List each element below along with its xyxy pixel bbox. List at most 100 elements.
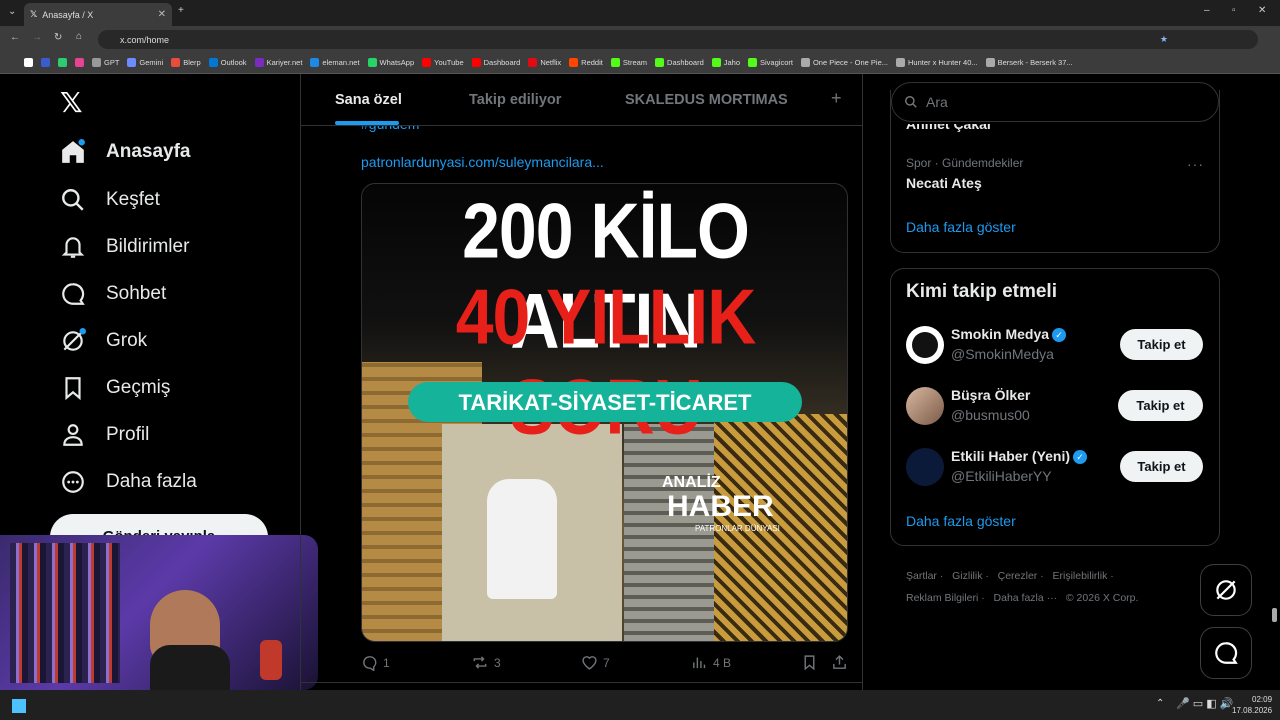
reply-button[interactable]: 1 xyxy=(361,654,390,671)
views-chart-icon xyxy=(693,657,706,669)
search-icon xyxy=(62,189,84,211)
tab-for-you[interactable]: Sana özel xyxy=(335,92,402,108)
close-window-icon[interactable]: ✕ xyxy=(1258,5,1266,16)
views-count: 4 B xyxy=(713,655,732,670)
active-tab-indicator xyxy=(335,121,399,125)
back-icon[interactable]: ← xyxy=(10,32,20,43)
nav-chat[interactable]: Sohbet xyxy=(60,281,166,307)
clock[interactable]: 02:09 17.08.2026 xyxy=(1232,694,1272,716)
like-button[interactable]: 7 xyxy=(581,654,610,671)
bookmark-item[interactable]: Reddit xyxy=(569,58,603,67)
bookmark-item[interactable]: WhatsApp xyxy=(367,58,414,67)
nav-home[interactable]: Anasayfa xyxy=(60,139,191,165)
user-handle: @SmokinMedya xyxy=(951,346,1054,362)
bookmark-item[interactable]: Blerp xyxy=(171,58,201,67)
trends-card: Ahmet Çakar Spor · Gündemdekiler Necati … xyxy=(890,90,1220,253)
follow-button[interactable]: Takip et xyxy=(1120,329,1203,360)
reload-icon[interactable]: ↻ xyxy=(54,32,62,43)
bookmark-item[interactable]: Dashboard xyxy=(471,58,520,67)
x-logo-icon[interactable]: 𝕏 xyxy=(60,86,83,119)
nav-profile[interactable]: Profil xyxy=(60,422,149,448)
nav-bookmarks[interactable]: Geçmiş xyxy=(60,375,170,401)
bookmark-item[interactable]: Netflix xyxy=(528,58,561,67)
share-icon[interactable] xyxy=(831,654,848,671)
footer-link[interactable]: Çerezler xyxy=(998,570,1038,582)
bookmark-icon[interactable] xyxy=(801,654,818,671)
tray-icons[interactable]: 🎤 ▭ ◧ 🔊 xyxy=(1176,697,1233,710)
follow-button[interactable]: Takip et xyxy=(1120,451,1203,482)
nav-more[interactable]: Daha fazla xyxy=(60,469,197,495)
close-tab-icon[interactable]: ✕ xyxy=(158,9,166,20)
trend-name-cut[interactable]: Ahmet Çakar xyxy=(906,124,992,132)
tray-chevron-icon[interactable]: ⌃ xyxy=(1156,698,1164,709)
nav-label: Daha fazla xyxy=(106,471,197,492)
bookmark-item[interactable]: Jaho xyxy=(711,58,740,67)
chat-icon xyxy=(62,283,85,305)
home-icon[interactable]: ⌂ xyxy=(76,31,82,42)
bookmark-item[interactable]: GPT xyxy=(92,58,119,67)
bookmark-item[interactable]: One Piece - One Pie... xyxy=(800,58,888,67)
bookmark-star-icon[interactable]: ★ xyxy=(1160,34,1168,45)
browser-tab[interactable]: 𝕏 Anasayfa / X ✕ xyxy=(24,3,172,26)
minimize-icon[interactable]: – xyxy=(1204,5,1210,16)
more-circle-icon xyxy=(62,471,84,493)
bookmark-icon[interactable] xyxy=(58,58,67,67)
trend-name[interactable]: Necati Ateş xyxy=(906,175,982,191)
tab-list-icon[interactable]: ⌄ xyxy=(8,6,16,17)
avatar[interactable] xyxy=(906,387,944,425)
bookmark-icon[interactable] xyxy=(75,58,84,67)
user-name[interactable]: Smokin Medya ✓ xyxy=(951,326,1067,343)
nav-label: Anasayfa xyxy=(106,141,191,162)
forward-icon[interactable]: → xyxy=(32,32,42,43)
new-tab-button[interactable]: + xyxy=(178,5,184,16)
timeline-column: Sana özel Takip ediliyor SKALEDUS MORTIM… xyxy=(300,74,863,690)
bookmark-item[interactable]: Gemini xyxy=(127,58,163,67)
user-name[interactable]: Etkili Haber (Yeni) ✓ xyxy=(951,448,1088,465)
logo-sub-text: PATRONLAR DÜNYASI xyxy=(695,524,780,533)
footer-link[interactable]: Gizlilik xyxy=(952,570,982,582)
bookmark-icon[interactable] xyxy=(41,58,50,67)
views-button[interactable]: 4 B xyxy=(691,654,731,671)
nav-grok[interactable]: Grok xyxy=(60,328,147,354)
post-image[interactable]: 200 KİLO ALTIN 40 YILLIK SORU TARİKAT-Sİ… xyxy=(361,183,848,642)
repost-button[interactable]: 3 xyxy=(471,654,501,671)
user-name[interactable]: Büşra Ölker xyxy=(951,387,1030,403)
nav-notifications[interactable]: Bildirimler xyxy=(60,234,189,260)
footer-link[interactable]: Şartlar xyxy=(906,570,937,582)
address-bar[interactable]: x.com/home ★ xyxy=(98,30,1258,49)
bookmark-item[interactable]: eleman.net xyxy=(310,58,360,67)
follow-show-more[interactable]: Daha fazla göster xyxy=(906,513,1016,529)
avatar[interactable] xyxy=(906,326,944,364)
more-options-icon[interactable]: ··· xyxy=(1187,156,1204,172)
user-handle: @EtkiliHaberYY xyxy=(951,468,1052,484)
chat-float-button[interactable] xyxy=(1200,627,1252,679)
bookmark-item[interactable]: Berserk - Berserk 37... xyxy=(985,58,1073,67)
bookmark-item[interactable]: Dashboard xyxy=(655,58,704,67)
scrollbar-thumb[interactable] xyxy=(1272,608,1277,622)
footer-link[interactable]: Reklam Bilgileri xyxy=(906,592,978,604)
bookmark-item[interactable]: Stream xyxy=(610,58,647,67)
grok-float-button[interactable] xyxy=(1200,564,1252,616)
avatar[interactable] xyxy=(906,448,944,486)
nav-explore[interactable]: Keşfet xyxy=(60,187,160,213)
bookmark-item[interactable]: Sivagicort xyxy=(748,58,793,67)
nav-label: Grok xyxy=(106,330,148,351)
bookmark-item[interactable]: YouTube xyxy=(422,58,464,67)
maximize-icon[interactable]: ▫ xyxy=(1232,5,1236,16)
nav-label: Profil xyxy=(106,424,150,445)
image-banner: TARİKAT-SİYASET-TİCARET xyxy=(408,382,802,422)
footer-link[interactable]: Erişilebilirlik xyxy=(1052,570,1107,582)
bookmark-icon[interactable] xyxy=(24,58,33,67)
trends-show-more[interactable]: Daha fazla göster xyxy=(906,219,1016,235)
tab-list[interactable]: SKALEDUS MORTIMAS xyxy=(625,92,788,108)
add-tab-button[interactable]: + xyxy=(831,88,842,109)
tab-following[interactable]: Takip ediliyor xyxy=(469,92,561,108)
bookmark-item[interactable]: Hunter x Hunter 40... xyxy=(896,58,978,67)
footer-link[interactable]: Daha fazla ··· xyxy=(994,592,1058,604)
bookmark-item[interactable]: Outlook xyxy=(208,58,247,67)
repost-count: 3 xyxy=(494,655,501,670)
start-icon[interactable] xyxy=(12,699,26,713)
article-link[interactable]: patronlardunyasi.com/suleymancilara... xyxy=(361,154,604,170)
bookmark-item[interactable]: Kariyer.net xyxy=(254,58,302,67)
follow-button[interactable]: Takip et xyxy=(1118,390,1203,421)
